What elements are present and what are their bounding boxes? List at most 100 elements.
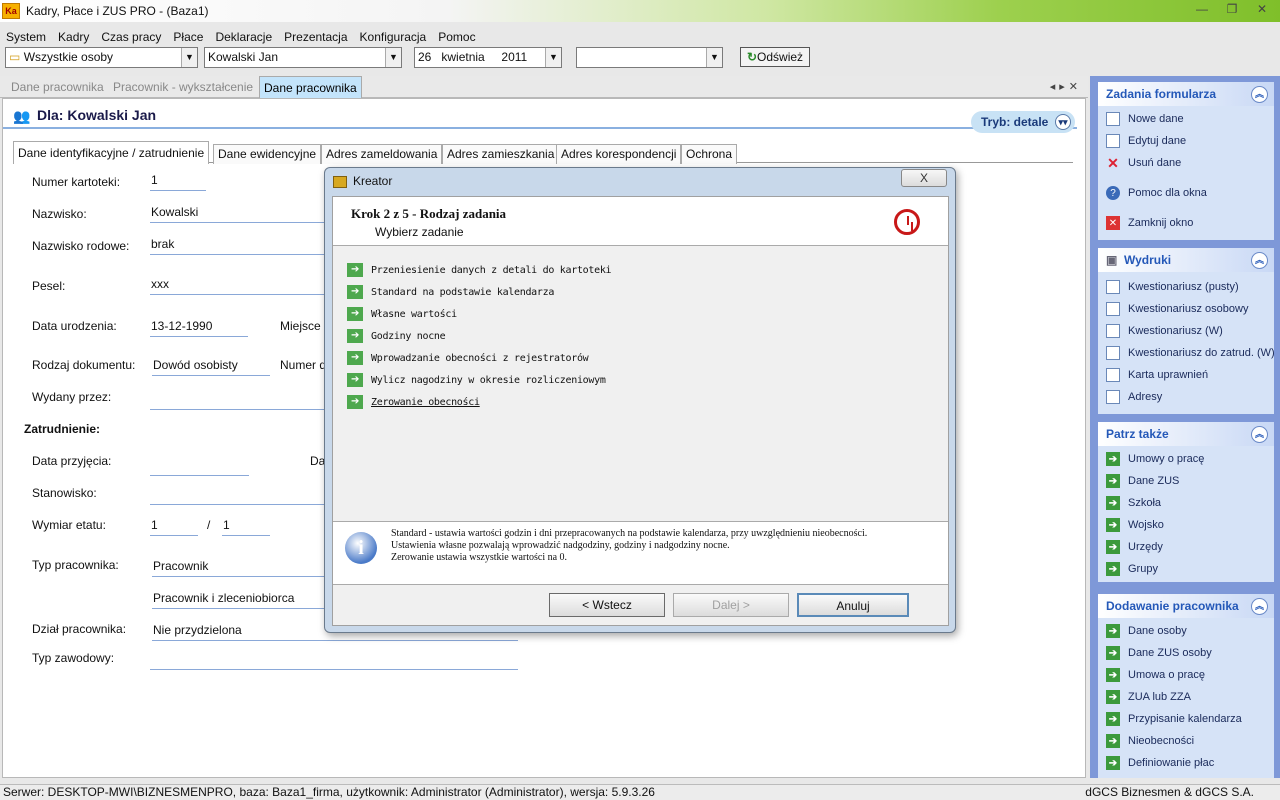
field-rodzaj-dokumentu[interactable]: Dowód osobisty [152,358,270,376]
add-zua-zza[interactable]: ➔ ZUA lub ZZA [1106,690,1191,704]
filter-combo[interactable]: ▭ Wszystkie osoby ▼ [5,47,198,68]
menu-system[interactable]: System [0,28,52,46]
add-przypisanie-kalendarza[interactable]: ➔ Przypisanie kalendarza [1106,712,1242,726]
cancel-button[interactable]: Anuluj [797,593,909,617]
label-stanowisko: Stanowisko: [32,486,97,500]
dropdown-arrow-icon[interactable]: ▼ [545,48,561,67]
menu-konfiguracja[interactable]: Konfiguracja [354,28,433,46]
tab-adres-zameldowania[interactable]: Adres zameldowania [321,144,443,164]
document-icon [1106,112,1120,126]
back-button[interactable]: < Wstecz [549,593,665,617]
add-dane-zus-osoby[interactable]: ➔ Dane ZUS osoby [1106,646,1212,660]
doctab-wyksztalcenie[interactable]: Pracownik - wykształcenie [113,80,253,94]
dropdown-arrow-icon[interactable]: ▼ [181,48,197,67]
folder-icon: ▭ [9,50,21,64]
mode-toggle[interactable]: Tryb: detale ▾▾ [971,111,1075,133]
tab-dane-identyfikacyjne[interactable]: Dane identyfikacyjne / zatrudnienie [13,141,210,164]
menu-pomoc[interactable]: Pomoc [432,28,481,46]
field-nazwisko[interactable]: Kowalski [150,205,325,223]
task-nowe-dane[interactable]: Nowe dane [1106,112,1184,126]
tab-adres-zamieszkania[interactable]: Adres zamieszkania [442,144,560,164]
option-rejestratory[interactable]: ➔ Wprowadzanie obecności z rejestratorów [347,351,589,365]
collapse-icon[interactable]: ︽ [1251,252,1268,269]
dropdown-arrow-icon[interactable]: ▼ [706,48,722,67]
tab-adres-korespondencji[interactable]: Adres korespondencji [556,144,682,164]
form-header: 👥 Dla: Kowalski Jan [3,103,1077,129]
option-standard[interactable]: ➔ Standard na podstawie kalendarza [347,285,554,299]
tab-navigation-icons[interactable]: ◂▸✕ [1050,80,1082,93]
group-header[interactable]: Dodawanie pracownika ︽ [1098,594,1274,618]
tab-dane-ewidencyjne[interactable]: Dane ewidencyjne [213,144,322,164]
date-day[interactable]: 26 [418,50,431,64]
arrow-right-icon: ➔ [1106,624,1120,638]
group-header[interactable]: ▣ Wydruki ︽ [1098,248,1274,272]
wizard-dialog: Kreator X Krok 2 z 5 - Rodzaj zadania Wy… [324,167,956,633]
add-dane-osoby[interactable]: ➔ Dane osoby [1106,624,1187,638]
dialog-close-button[interactable]: X [901,169,947,187]
link-wojsko[interactable]: ➔ Wojsko [1106,518,1164,532]
link-umowy-o-prace[interactable]: ➔ Umowy o pracę [1106,452,1204,466]
task-zamknij-okno[interactable]: ✕ Zamknij okno [1106,216,1193,230]
dropdown-arrow-icon[interactable]: ▼ [385,48,401,67]
date-month[interactable]: kwietnia [441,50,484,64]
field-wydany-przez[interactable] [150,392,325,410]
print-kwestionariusz-pusty[interactable]: Kwestionariusz (pusty) [1106,280,1239,294]
collapse-icon[interactable]: ︽ [1251,86,1268,103]
option-nadgodziny[interactable]: ➔ Wylicz nagodziny w okresie rozliczeniow… [347,373,606,387]
task-usun-dane[interactable]: ✕ Usuń dane [1106,155,1181,171]
option-zerowanie[interactable]: ➔ Zerowanie obecności [347,395,480,409]
person-combo[interactable]: Kowalski Jan ▼ [204,47,402,68]
menu-place[interactable]: Płace [167,28,209,46]
option-przeniesienie[interactable]: ➔ Przeniesienie danych z detali do kartot… [347,263,612,277]
print-kwestionariusz-w[interactable]: Kwestionariusz (W) [1106,324,1223,338]
field-typ-pracownika[interactable]: Pracownik [152,559,325,577]
field-data-przyjecia[interactable] [150,458,249,476]
collapse-icon[interactable]: ︽ [1251,426,1268,443]
menu-kadry[interactable]: Kadry [52,28,95,46]
add-nieobecnosci[interactable]: ➔ Nieobecności [1106,734,1194,748]
collapse-icon[interactable]: ︽ [1251,598,1268,615]
close-icon[interactable]: ✕ [1250,0,1274,18]
menu-deklaracje[interactable]: Deklaracje [209,28,278,46]
minimize-icon[interactable]: — [1190,0,1214,18]
maximize-icon[interactable]: ❐ [1220,0,1244,18]
link-szkola[interactable]: ➔ Szkoła [1106,496,1161,510]
add-definiowanie-plac[interactable]: ➔ Definiowanie płac [1106,756,1214,770]
field-wymiar-etatu-licznik[interactable]: 1 [150,518,198,536]
arrow-right-icon: ➔ [347,329,363,343]
extra-combo[interactable]: ▼ [576,47,723,68]
date-combo[interactable]: 26 kwietnia 2011 ▼ [414,47,562,68]
link-dane-zus[interactable]: ➔ Dane ZUS [1106,474,1179,488]
field-data-urodzenia[interactable]: 13-12-1990 [150,319,248,337]
field-wymiar-etatu-mianownik[interactable]: 1 [222,518,270,536]
option-wlasne-wartosci[interactable]: ➔ Własne wartości [347,307,457,321]
field-nazwisko-rodowe[interactable]: brak [150,237,325,255]
print-adresy[interactable]: Adresy [1106,390,1162,404]
menu-czas-pracy[interactable]: Czas pracy [95,28,167,46]
print-karta-uprawnien[interactable]: Karta uprawnień [1106,368,1208,382]
print-kwestionariusz-osobowy[interactable]: Kwestionariusz osobowy [1106,302,1248,316]
add-umowa-o-prace[interactable]: ➔ Umowa o pracę [1106,668,1205,682]
group-header[interactable]: Patrz także ︽ [1098,422,1274,446]
link-urzedy[interactable]: ➔ Urzędy [1106,540,1163,554]
option-godziny-nocne[interactable]: ➔ Godziny nocne [347,329,446,343]
refresh-button[interactable]: ↻Odśwież [740,47,810,67]
tab-ochrona[interactable]: Ochrona [681,144,738,164]
field-typ-pracownika-2[interactable]: Pracownik i zleceniobiorca [152,591,325,609]
next-button[interactable]: Dalej > [673,593,789,617]
doctab-dane-pracownika[interactable]: Dane pracownika [11,80,104,94]
date-year[interactable]: 2011 [501,50,527,64]
link-grupy[interactable]: ➔ Grupy [1106,562,1158,576]
print-kwestionariusz-zatrud[interactable]: Kwestionariusz do zatrud. (W) [1106,346,1275,360]
field-pesel[interactable]: xxx [150,277,325,295]
menu-prezentacja[interactable]: Prezentacja [278,28,353,46]
field-stanowisko[interactable] [150,487,325,505]
label-data-przyjecia: Data przyjęcia: [32,454,112,468]
field-typ-zawodowy[interactable] [150,652,518,670]
field-numer-kartoteki[interactable]: 1 [150,173,206,191]
task-edytuj-dane[interactable]: Edytuj dane [1106,134,1186,148]
chevron-down-icon[interactable]: ▾▾ [1055,114,1071,130]
task-pomoc[interactable]: ? Pomoc dla okna [1106,186,1207,200]
doctab-dane-pracownika-active[interactable]: Dane pracownika [259,76,362,98]
group-header[interactable]: Zadania formularza ︽ [1098,82,1274,106]
